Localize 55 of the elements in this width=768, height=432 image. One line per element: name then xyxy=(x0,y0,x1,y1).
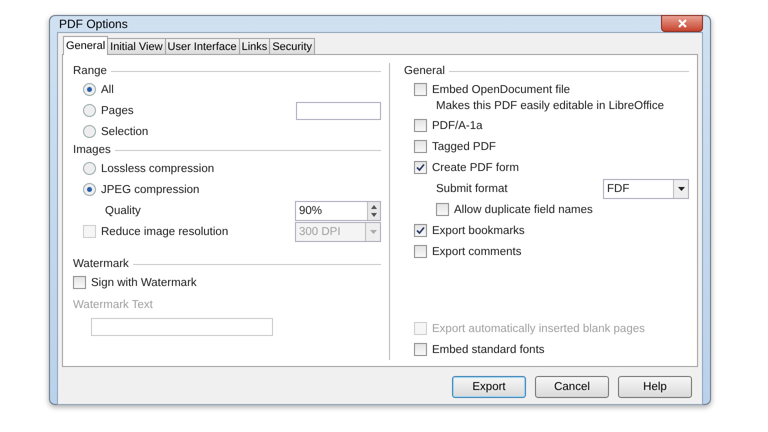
checkbox-label: Embed standard fonts xyxy=(432,344,545,356)
tab[interactable]: Initial View xyxy=(107,38,166,54)
dialog-button[interactable]: Export xyxy=(452,376,526,398)
spin-field[interactable]: 90% xyxy=(295,200,381,220)
radio-button[interactable] xyxy=(83,104,96,117)
checkbox-label: Export comments xyxy=(432,246,522,258)
checkbox[interactable] xyxy=(414,161,427,174)
checkbox-label: Tagged PDF xyxy=(432,140,496,152)
group-label: Images xyxy=(73,144,111,156)
tab[interactable]: Security xyxy=(269,38,316,54)
field-label: Quality xyxy=(105,204,141,216)
checkbox-label: PDF/A-1a xyxy=(432,120,482,132)
checkbox-label: Export automatically inserted blank pages xyxy=(432,322,645,334)
checkbox[interactable] xyxy=(414,83,427,96)
tab[interactable]: Links xyxy=(238,38,270,54)
option-label: All xyxy=(101,84,114,96)
group-label: General xyxy=(404,65,445,77)
option-label: Selection xyxy=(101,126,148,138)
checkbox-label: Create PDF form xyxy=(432,162,519,174)
checkbox[interactable] xyxy=(414,245,427,258)
group-label: Range xyxy=(73,65,107,77)
format-dropdown[interactable]: FDF xyxy=(603,178,689,198)
checkbox[interactable] xyxy=(73,276,86,289)
radio-button[interactable] xyxy=(83,162,96,175)
close-button[interactable] xyxy=(661,15,703,32)
tab[interactable]: General xyxy=(63,36,108,55)
option-label: JPEG compression xyxy=(101,184,200,196)
field-label: Submit format xyxy=(436,182,508,194)
checkbox[interactable] xyxy=(414,343,427,356)
checkbox[interactable] xyxy=(414,140,427,153)
option-label: Pages xyxy=(101,104,134,116)
radio-button[interactable] xyxy=(83,83,96,96)
radio-button[interactable] xyxy=(83,183,96,196)
group-label: Watermark xyxy=(73,258,129,270)
checkbox-label: Reduce image resolution xyxy=(101,226,228,238)
checkbox[interactable] xyxy=(436,203,449,216)
window-title: PDF Options xyxy=(58,17,128,31)
dialog-button[interactable]: Cancel xyxy=(535,376,609,398)
tab[interactable]: User Interface xyxy=(164,38,240,54)
option-label: Lossless compression xyxy=(101,162,214,174)
checkbox-label: Embed OpenDocument file xyxy=(432,84,570,96)
input-field[interactable] xyxy=(91,318,273,336)
description-text: Makes this PDF easily editable in LibreOffice xyxy=(435,100,665,114)
radio-button[interactable] xyxy=(83,125,96,138)
checkbox-label: Allow duplicate field names xyxy=(454,204,593,216)
checkbox[interactable] xyxy=(414,224,427,237)
dialog-button[interactable]: Help xyxy=(618,376,692,398)
checkbox-label: Export bookmarks xyxy=(432,224,525,236)
close-icon xyxy=(678,19,686,28)
field-label: Watermark Text xyxy=(73,299,154,313)
checkbox-label: Sign with Watermark xyxy=(91,276,197,288)
dropdown-arrow-icon xyxy=(370,230,376,234)
checkbox[interactable] xyxy=(414,119,427,132)
input-field[interactable] xyxy=(296,102,381,120)
dropdown-arrow-icon xyxy=(678,186,684,190)
